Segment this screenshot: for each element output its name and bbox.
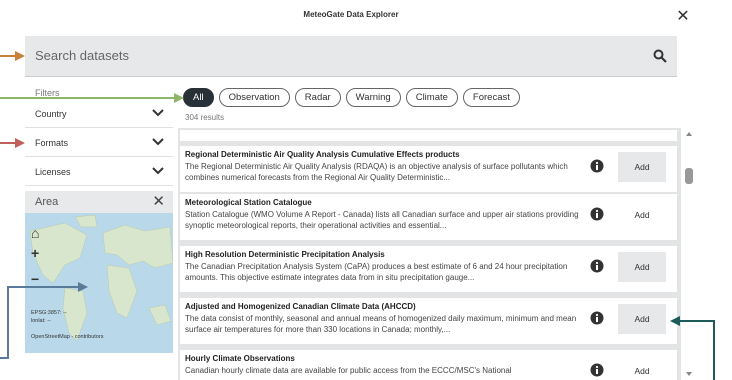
arrow-tabs [0, 93, 184, 103]
annotation-arrows [0, 51, 715, 380]
arrow-formats [0, 138, 25, 148]
arrow-map [0, 282, 88, 359]
arrow-search [0, 51, 25, 61]
arrow-add [670, 316, 715, 380]
